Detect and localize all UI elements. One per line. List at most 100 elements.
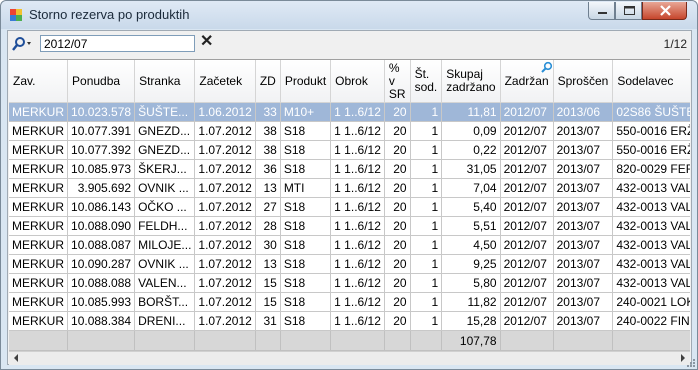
cell-zd[interactable]: 15 <box>255 292 281 312</box>
cell-st-sod[interactable]: 1 <box>410 273 443 293</box>
cell-zd[interactable]: 38 <box>255 121 281 141</box>
cell-sodelavec[interactable]: 432-0013 VALE <box>612 178 690 198</box>
cell-skupaj[interactable]: 5,51 <box>441 216 501 236</box>
cell-obrok[interactable]: 1 1..6/12 <box>330 102 385 122</box>
table-row[interactable]: MERKUR 10.077.392 GNEZD... 1.07.2012 38 S18 1 … <box>9 140 690 160</box>
cell-zacetek[interactable]: 1.07.2012 <box>194 254 256 274</box>
cell-ponudba[interactable]: 10.085.993 <box>67 292 136 312</box>
cell-sproscen[interactable]: 2013/07 <box>553 159 614 179</box>
cell-obrok[interactable]: 1 1..6/12 <box>330 159 385 179</box>
horizontal-scrollbar[interactable] <box>9 351 690 365</box>
cell-zadrzan[interactable]: 2012/07 <box>500 197 554 217</box>
cell-st-sod[interactable]: 1 <box>410 292 443 312</box>
cell-zd[interactable]: 33 <box>255 102 281 122</box>
cell-pct-sr[interactable]: 20 <box>384 273 411 293</box>
cell-skupaj[interactable]: 11,81 <box>441 102 501 122</box>
cell-stranka[interactable]: OVNIK ... <box>134 178 196 198</box>
cell-sodelavec[interactable]: 820-0029 FERK <box>612 159 690 179</box>
cell-skupaj[interactable]: 11,82 <box>441 292 501 312</box>
cell-zav[interactable]: MERKUR <box>9 140 69 160</box>
title-bar[interactable]: Storno rezerva po produktih <box>1 1 697 29</box>
cell-zacetek[interactable]: 1.06.2012 <box>194 102 256 122</box>
cell-zav[interactable]: MERKUR <box>9 102 69 122</box>
table-row[interactable]: MERKUR 10.085.973 ŠKERJ... 1.07.2012 36 S18 1 … <box>9 159 690 179</box>
cell-stranka[interactable]: VALEN... <box>134 273 196 293</box>
cell-produkt[interactable]: S18 <box>280 292 332 312</box>
cell-sodelavec[interactable]: 240-0021 LOKA <box>612 292 690 312</box>
cell-zacetek[interactable]: 1.07.2012 <box>194 140 256 160</box>
cell-sproscen[interactable]: 2013/06 <box>553 102 614 122</box>
cell-sproscen[interactable]: 2013/07 <box>553 121 614 141</box>
cell-obrok[interactable]: 1 1..6/12 <box>330 292 385 312</box>
cell-pct-sr[interactable]: 20 <box>384 197 411 217</box>
cell-obrok[interactable]: 1 1..6/12 <box>330 140 385 160</box>
cell-zacetek[interactable]: 1.07.2012 <box>194 197 256 217</box>
cell-obrok[interactable]: 1 1..6/12 <box>330 311 385 331</box>
col-header-sproscen[interactable]: Sproščen <box>553 60 614 103</box>
cell-zacetek[interactable]: 1.07.2012 <box>194 273 256 293</box>
cell-ponudba[interactable]: 10.023.578 <box>67 102 136 122</box>
cell-st-sod[interactable]: 1 <box>410 140 443 160</box>
cell-skupaj[interactable]: 4,50 <box>441 235 501 255</box>
cell-ponudba[interactable]: 10.090.287 <box>67 254 136 274</box>
cell-stranka[interactable]: BORŠT... <box>134 292 196 312</box>
cell-pct-sr[interactable]: 20 <box>384 178 411 198</box>
col-header-ponudba[interactable]: Ponudba <box>67 60 136 103</box>
cell-ponudba[interactable]: 3.905.692 <box>67 178 136 198</box>
cell-st-sod[interactable]: 1 <box>410 235 443 255</box>
cell-zacetek[interactable]: 1.07.2012 <box>194 235 256 255</box>
cell-stranka[interactable]: OVNIK ... <box>134 254 196 274</box>
scroll-right-icon[interactable] <box>681 354 685 362</box>
search-input[interactable] <box>40 35 195 52</box>
cell-zav[interactable]: MERKUR <box>9 292 69 312</box>
search-dropdown-button[interactable] <box>12 36 34 52</box>
cell-zacetek[interactable]: 1.07.2012 <box>194 159 256 179</box>
cell-zadrzan[interactable]: 2012/07 <box>500 235 554 255</box>
cell-produkt[interactable]: MTI <box>280 178 332 198</box>
table-row[interactable]: MERKUR 10.088.087 MILOJE... 1.07.2012 30 S18 1… <box>9 235 690 255</box>
cell-zav[interactable]: MERKUR <box>9 273 69 293</box>
col-header-produkt[interactable]: Produkt <box>280 60 332 103</box>
col-header-zav[interactable]: Zav. <box>9 60 69 103</box>
cell-zav[interactable]: MERKUR <box>9 178 69 198</box>
cell-skupaj[interactable]: 15,28 <box>441 311 501 331</box>
cell-st-sod[interactable]: 1 <box>410 197 443 217</box>
table-row[interactable]: MERKUR 10.085.993 BORŠT... 1.07.2012 15 S18 1 … <box>9 292 690 312</box>
cell-zadrzan[interactable]: 2012/07 <box>500 311 554 331</box>
cell-zav[interactable]: MERKUR <box>9 121 69 141</box>
cell-ponudba[interactable]: 10.077.391 <box>67 121 136 141</box>
cell-produkt[interactable]: S18 <box>280 235 332 255</box>
cell-st-sod[interactable]: 1 <box>410 178 443 198</box>
cell-ponudba[interactable]: 10.088.384 <box>67 311 136 331</box>
cell-obrok[interactable]: 1 1..6/12 <box>330 273 385 293</box>
col-header-pct-sr[interactable]: % v SR <box>384 60 411 103</box>
col-header-st-sod[interactable]: Št. sod. <box>410 60 443 103</box>
col-header-obrok[interactable]: Obrok <box>330 60 385 103</box>
cell-ponudba[interactable]: 10.085.973 <box>67 159 136 179</box>
table-row[interactable]: MERKUR 10.086.143 OČKO ... 1.07.2012 27 S18 1 … <box>9 197 690 217</box>
cell-produkt[interactable]: S18 <box>280 159 332 179</box>
cell-skupaj[interactable]: 9,25 <box>441 254 501 274</box>
close-button[interactable] <box>642 2 687 20</box>
cell-zd[interactable]: 27 <box>255 197 281 217</box>
cell-sodelavec[interactable]: 02S86 ŠUŠTER <box>612 102 690 122</box>
cell-sodelavec[interactable]: 432-0013 VALE <box>612 254 690 274</box>
cell-sproscen[interactable]: 2013/07 <box>553 140 614 160</box>
table-row[interactable]: MERKUR 10.077.391 GNEZD... 1.07.2012 38 S18 1 … <box>9 121 690 141</box>
cell-pct-sr[interactable]: 20 <box>384 102 411 122</box>
cell-zd[interactable]: 38 <box>255 140 281 160</box>
cell-zadrzan[interactable]: 2012/07 <box>500 254 554 274</box>
table-row[interactable]: MERKUR 10.023.578 ŠUŠTE... 1.06.2012 33 M10+ 1… <box>9 102 690 122</box>
cell-pct-sr[interactable]: 20 <box>384 159 411 179</box>
cell-produkt[interactable]: S18 <box>280 216 332 236</box>
cell-zd[interactable]: 36 <box>255 159 281 179</box>
clear-search-button[interactable]: ✕ <box>200 33 213 51</box>
cell-sodelavec[interactable]: 550-0016 ERŽE <box>612 121 690 141</box>
cell-ponudba[interactable]: 10.088.090 <box>67 216 136 236</box>
resize-grip-icon[interactable] <box>686 358 696 368</box>
cell-zadrzan[interactable]: 2012/07 <box>500 216 554 236</box>
cell-zacetek[interactable]: 1.07.2012 <box>194 216 256 236</box>
cell-sproscen[interactable]: 2013/07 <box>553 197 614 217</box>
cell-pct-sr[interactable]: 20 <box>384 311 411 331</box>
cell-sproscen[interactable]: 2013/07 <box>553 254 614 274</box>
